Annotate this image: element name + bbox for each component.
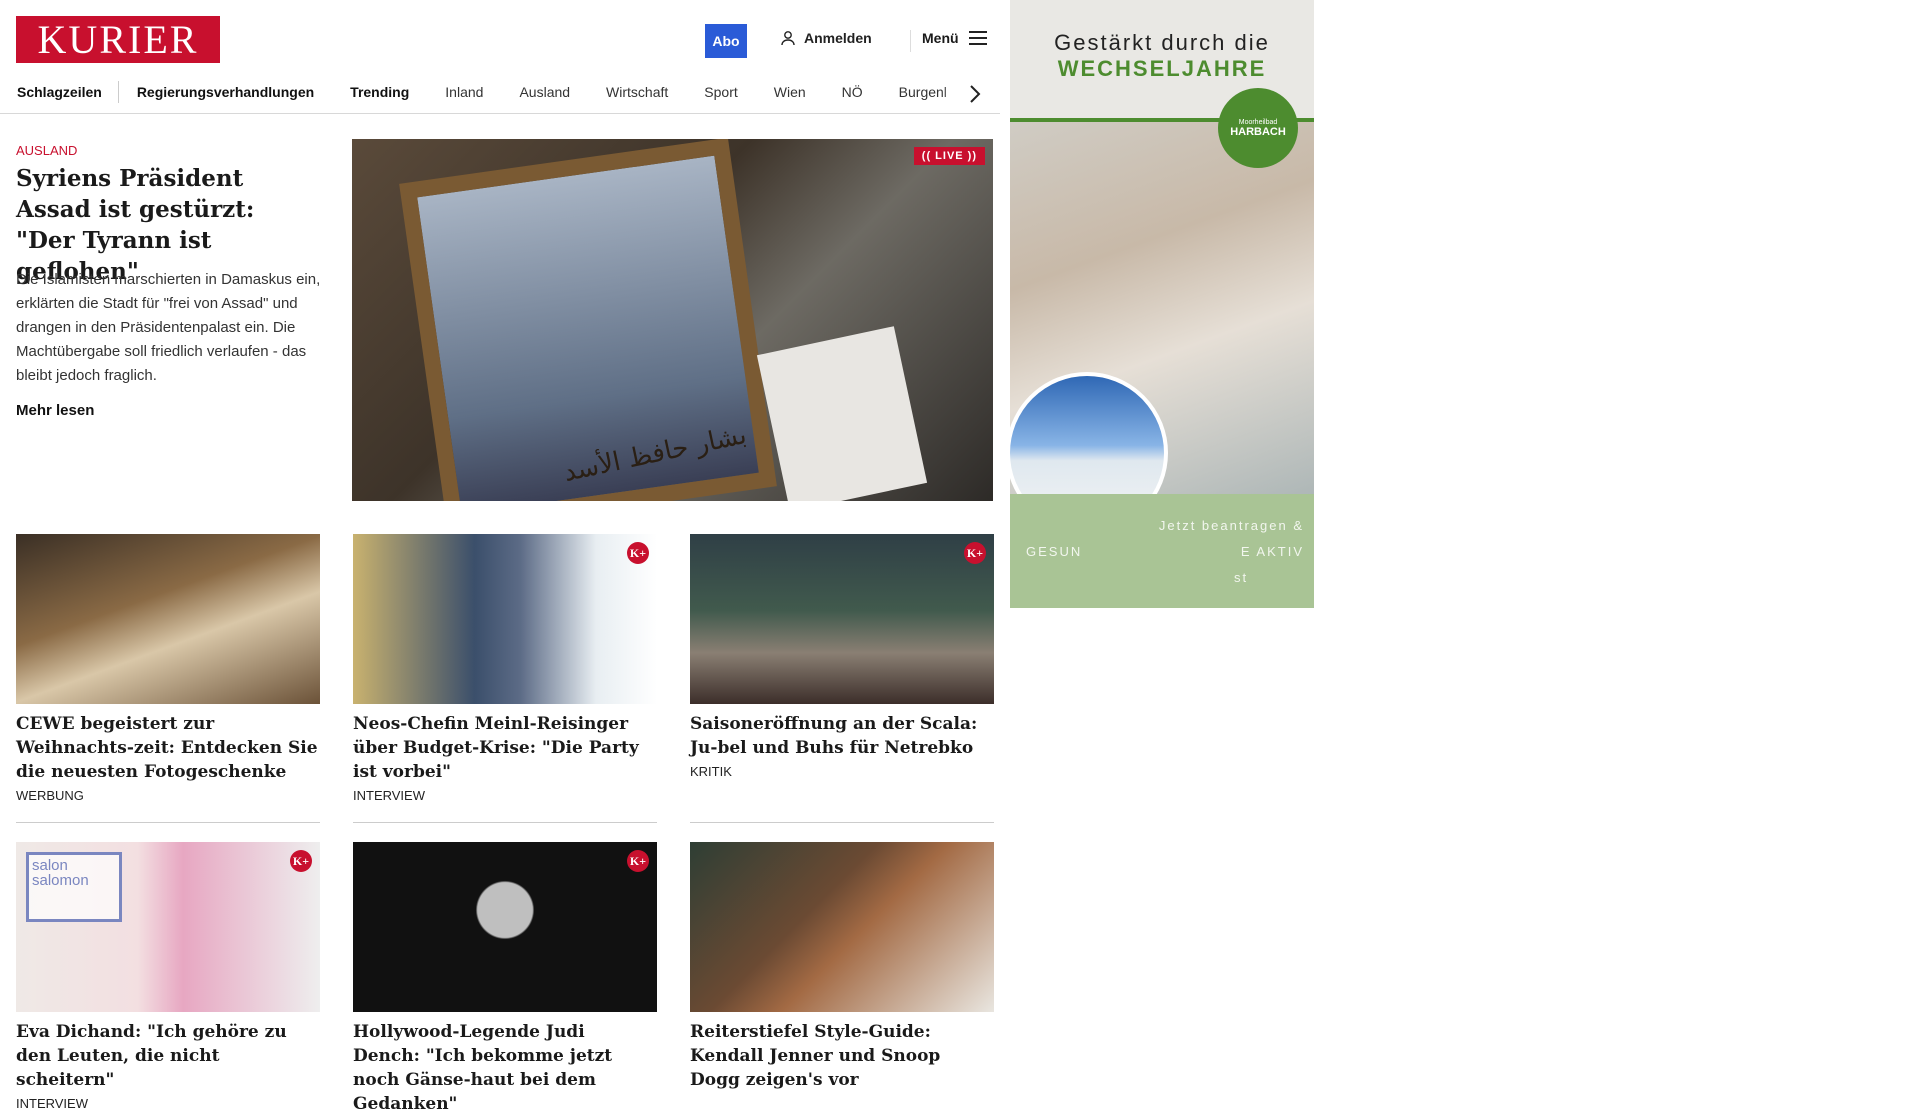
article-title[interactable]: Eva Dichand: "Ich gehöre zu den Leuten, …	[16, 1020, 320, 1092]
ad-text-right: E AKTIV	[1240, 544, 1304, 559]
nav-item-wirtschaft[interactable]: Wirtschaft	[588, 81, 686, 103]
abo-button[interactable]: Abo	[705, 24, 747, 58]
row-divider	[353, 822, 657, 823]
article-image[interactable]: K+	[690, 534, 994, 704]
document-paper	[756, 326, 928, 501]
section-nav: Schlagzeilen Regierungsverhandlungen Tre…	[0, 75, 1000, 114]
article-card[interactable]: K+ Saisoneröffnung an der Scala: Ju-bel …	[690, 534, 994, 779]
premium-badge: K+	[964, 542, 986, 564]
article-card[interactable]: Reiterstiefel Style-Guide: Kendall Jenne…	[690, 842, 994, 1092]
ad-text-st: st	[1234, 570, 1249, 585]
article-image[interactable]: K+	[353, 534, 657, 704]
chevron-right-icon[interactable]	[968, 84, 982, 104]
nav-item-regierungsverhandlungen[interactable]: Regierungsverhandlungen	[119, 81, 332, 103]
ad-cta[interactable]: Jetzt beantragen &	[1159, 518, 1304, 533]
article-image[interactable]	[16, 534, 320, 704]
article-label: INTERVIEW	[16, 1096, 88, 1111]
ad-headline-accent: WECHSELJAHRE	[1057, 56, 1267, 81]
row-divider	[690, 822, 994, 823]
salon-salomon-logo: salon salomon	[26, 852, 122, 922]
hero-image[interactable]: بشار حافظ الأسد (( LIVE ))	[352, 139, 993, 501]
ad-headline: Gestärkt durch die	[1054, 30, 1270, 55]
nav-item-wien[interactable]: Wien	[756, 81, 824, 103]
row-divider	[16, 822, 320, 823]
login-button[interactable]: Anmelden	[780, 30, 872, 46]
hero-teaser: Die Islamisten marschierten in Damaskus …	[16, 271, 321, 384]
menu-button[interactable]: Menü	[922, 30, 987, 46]
header-divider	[910, 30, 911, 52]
article-label: KRITIK	[690, 764, 732, 779]
kurier-logo[interactable]: KURIER	[16, 16, 220, 63]
harbach-logo: Moorheilbad HARBACH	[1218, 88, 1298, 168]
nav-items: Schlagzeilen Regierungsverhandlungen Tre…	[17, 81, 965, 103]
hamburger-icon	[968, 31, 987, 45]
live-badge: (( LIVE ))	[913, 147, 985, 165]
article-image[interactable]: K+	[353, 842, 657, 1012]
login-label: Anmelden	[804, 30, 872, 46]
ad-footer: Jetzt beantragen & GESUN E AKTIV st	[1010, 494, 1314, 608]
premium-badge: K+	[627, 542, 649, 564]
article-label: WERBUNG	[16, 788, 84, 803]
article-image[interactable]	[690, 842, 994, 1012]
article-card[interactable]: K+ Neos-Chefin Meinl-Reisinger über Budg…	[353, 534, 657, 803]
article-title[interactable]: Reiterstiefel Style-Guide: Kendall Jenne…	[690, 1020, 994, 1092]
hero-kicker[interactable]: AUSLAND	[16, 143, 77, 158]
menu-label: Menü	[922, 30, 959, 46]
article-image[interactable]: salon salomon K+	[16, 842, 320, 1012]
article-label: INTERVIEW	[353, 788, 425, 803]
article-card[interactable]: K+ Hollywood-Legende Judi Dench: "Ich be…	[353, 842, 657, 1116]
nav-item-inland[interactable]: Inland	[427, 81, 501, 103]
user-icon	[781, 31, 795, 46]
nav-item-ausland[interactable]: Ausland	[501, 81, 588, 103]
article-card[interactable]: CEWE begeistert zur Weihnachts-zeit: Ent…	[16, 534, 320, 803]
nav-item-noe[interactable]: NÖ	[824, 81, 881, 103]
article-title[interactable]: Saisoneröffnung an der Scala: Ju-bel und…	[690, 712, 994, 760]
article-title[interactable]: CEWE begeistert zur Weihnachts-zeit: Ent…	[16, 712, 320, 784]
article-card[interactable]: salon salomon K+ Eva Dichand: "Ich gehör…	[16, 842, 320, 1111]
ad-badge-small: Moorheilbad	[1238, 118, 1278, 126]
premium-badge: K+	[290, 850, 312, 872]
nav-item-trending[interactable]: Trending	[332, 81, 427, 103]
read-more-link[interactable]: Mehr lesen	[16, 402, 94, 419]
nav-item-sport[interactable]: Sport	[686, 81, 755, 103]
kurier-page: KURIER Abo Anmelden Menü Schlagzeilen Re…	[0, 0, 1314, 1114]
article-title[interactable]: Neos-Chefin Meinl-Reisinger über Budget-…	[353, 712, 657, 784]
article-title[interactable]: Hollywood-Legende Judi Dench: "Ich bekom…	[353, 1020, 657, 1116]
ad-text-left: GESUN	[1026, 544, 1083, 559]
premium-badge: K+	[627, 850, 649, 872]
advertisement-banner[interactable]: Gestärkt durch die WECHSELJAHRE Moorheil…	[1010, 0, 1314, 608]
nav-item-schlagzeilen[interactable]: Schlagzeilen	[17, 81, 119, 103]
ad-badge-main: HARBACH	[1230, 125, 1286, 138]
